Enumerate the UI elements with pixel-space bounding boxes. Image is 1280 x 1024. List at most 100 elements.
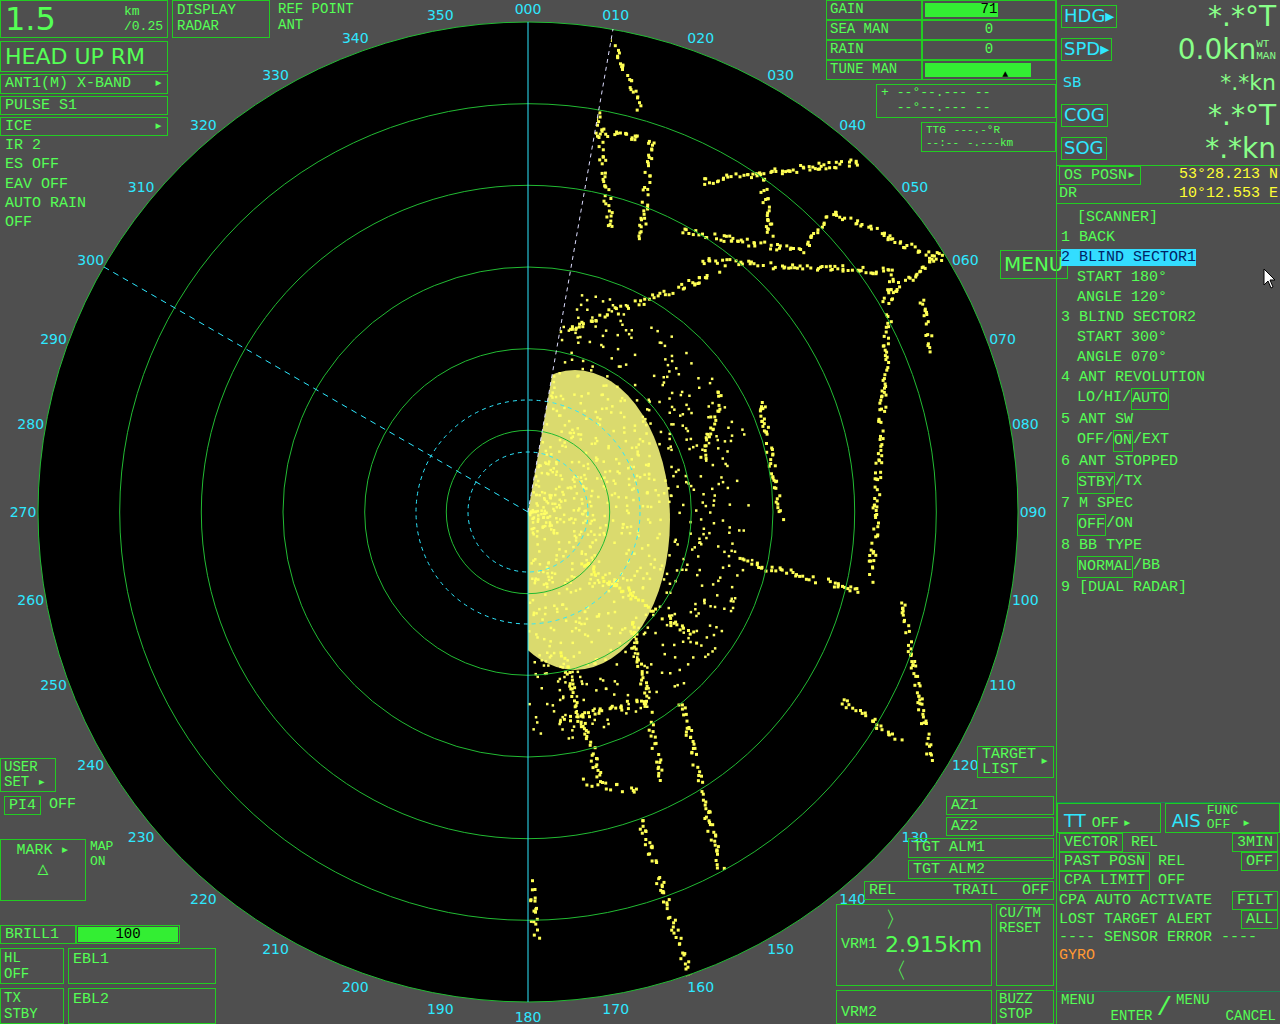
menu-option[interactable]: STBY (1077, 472, 1115, 494)
menu-item[interactable]: 7 M SPECOFF/ON (1061, 494, 1276, 536)
menu-item-row[interactable]: 6 ANT STOPPED (1061, 452, 1276, 472)
ebl-box[interactable]: EBL1 (68, 948, 216, 984)
setting-label[interactable]: VECTOR (1059, 833, 1123, 852)
display-box[interactable]: DISPLAY RADAR (172, 0, 270, 38)
vrm1-box[interactable]: VRM1 〉2.915km〈 (836, 904, 992, 986)
mark-button[interactable]: MARK▸ △ (0, 839, 86, 901)
menu-option[interactable]: OFF (1077, 430, 1104, 452)
menu-item-row[interactable]: 7 M SPEC (1061, 494, 1276, 514)
menu-option[interactable]: TX (1124, 472, 1142, 494)
menu-item-label[interactable]: 8 BB TYPE (1061, 537, 1142, 554)
setting-extra[interactable]: ALL (1241, 910, 1278, 929)
nav-label[interactable]: COG (1061, 104, 1108, 127)
setting-item[interactable]: ICE▸ (0, 117, 168, 136)
option-separator: / (1115, 472, 1124, 494)
setting-extra[interactable]: FILT (1232, 891, 1278, 910)
menu-item[interactable]: 8 BB TYPENORMAL/BB (1061, 536, 1276, 578)
menu-item[interactable]: 1 BACK (1061, 228, 1276, 248)
menu-option[interactable]: HI (1104, 388, 1122, 410)
menu-item-row[interactable]: 9 [DUAL RADAR] (1061, 578, 1276, 598)
control-row[interactable]: SEA MAN0 (826, 20, 1056, 40)
menu-enter-key[interactable]: MENU ENTER (1061, 992, 1153, 1024)
setting-item[interactable]: PULSE S1 (0, 96, 168, 115)
control-row[interactable]: GAIN71 (826, 0, 1056, 20)
cu-tm-reset-button[interactable]: CU/TM RESET (996, 904, 1054, 986)
target-setting-row[interactable]: CPA LIMITOFF (1057, 871, 1280, 890)
menu-item-label[interactable]: 4 ANT REVOLUTION (1061, 369, 1205, 386)
menu-item-label[interactable]: 3 BLIND SECTOR2 (1061, 309, 1196, 326)
control-row[interactable]: TUNE MAN▲ (826, 60, 1056, 80)
nav-label[interactable]: SPD▸ (1061, 38, 1112, 61)
control-track[interactable]: 0 (922, 40, 1056, 60)
menu-item-row[interactable]: 5 ANT SW (1061, 410, 1276, 430)
menu-item-label[interactable]: 2 BLIND SECTOR1 (1061, 249, 1196, 266)
control-row[interactable]: RAIN0 (826, 40, 1056, 60)
alarm-button[interactable]: AZ1 (946, 796, 1054, 815)
nav-label-text: COG (1064, 104, 1105, 125)
setting-extra[interactable]: 3MIN (1232, 833, 1278, 852)
tx-button[interactable]: TX STBY (0, 988, 64, 1024)
target-setting-row[interactable]: PAST POSNRELOFF (1057, 852, 1280, 871)
menu-item-label[interactable]: 9 [DUAL RADAR] (1061, 579, 1187, 596)
target-setting-row[interactable]: VECTORREL3MIN (1057, 833, 1280, 852)
target-setting-row[interactable]: LOST TARGET ALERTALL (1057, 910, 1280, 929)
hl-button[interactable]: HL OFF (0, 948, 64, 984)
nav-label[interactable]: HDG▸ (1061, 5, 1117, 28)
control-track[interactable]: 0 (922, 20, 1056, 40)
tt-button[interactable]: TT OFF ▸ (1057, 803, 1161, 833)
menu-button[interactable]: MENU (1000, 250, 1068, 279)
vrm-label: VRM2 (841, 1004, 877, 1021)
setting-extra[interactable]: OFF (1241, 852, 1278, 871)
vrm2-box[interactable]: VRM2 (836, 990, 992, 1024)
menu-item[interactable]: 6 ANT STOPPED STBY/TX (1061, 452, 1276, 494)
menu-item-label[interactable]: 5 ANT SW (1061, 411, 1133, 428)
os-posn-button[interactable]: OS POSN▸ (1059, 166, 1141, 185)
trail-button[interactable]: REL TRAIL OFF (864, 881, 1054, 900)
pi-setting[interactable]: PI4 OFF (0, 796, 216, 815)
mode-button[interactable]: HEAD UP RM (0, 41, 168, 72)
menu-item-row[interactable]: 2 BLIND SECTOR1 (1061, 248, 1276, 268)
alarm-button[interactable]: TGT ALM2 (908, 860, 1054, 879)
brilliance-control[interactable]: BRILL1 100 (0, 925, 216, 944)
user-set-button[interactable]: USERSET ▸ (0, 758, 56, 792)
menu-option[interactable]: OFF (1077, 514, 1106, 536)
brill-track[interactable]: 100 (76, 925, 180, 944)
menu-item-row[interactable]: 4 ANT REVOLUTION (1061, 368, 1276, 388)
menu-option[interactable]: AUTO (1131, 388, 1169, 410)
menu-item[interactable]: 2 BLIND SECTOR1START 180°ANGLE 120° (1061, 248, 1276, 308)
menu-item-label[interactable]: 1 BACK (1061, 229, 1115, 246)
radar-display[interactable] (0, 0, 1057, 1024)
menu-item-row[interactable]: 3 BLIND SECTOR2 (1061, 308, 1276, 328)
alarm-button[interactable]: TGT ALM1 (908, 838, 1054, 857)
menu-item[interactable]: 9 [DUAL RADAR] (1061, 578, 1276, 598)
mark-label: MARK (16, 842, 52, 859)
menu-item-row[interactable]: 8 BB TYPE (1061, 536, 1276, 556)
menu-item[interactable]: 4 ANT REVOLUTIONLO/HI/AUTO (1061, 368, 1276, 410)
target-setting-row[interactable]: CPA AUTO ACTIVATEFILT (1057, 891, 1280, 910)
menu-item[interactable]: 3 BLIND SECTOR2START 300°ANGLE 070° (1061, 308, 1276, 368)
menu-item-row[interactable]: 1 BACK (1061, 228, 1276, 248)
menu-option[interactable]: ON (1115, 514, 1133, 536)
menu-option[interactable]: ON (1113, 430, 1133, 452)
menu-option[interactable]: BB (1142, 556, 1160, 578)
alarm-button[interactable]: AZ2 (946, 817, 1054, 836)
menu-option[interactable]: EXT (1142, 430, 1169, 452)
ebl-box[interactable]: EBL2 (68, 988, 216, 1024)
menu-sub-value: ANGLE 120° (1061, 288, 1276, 308)
setting-item[interactable]: ANT1(M) X-BAND▸ (0, 74, 168, 93)
setting-label[interactable]: CPA LIMIT (1059, 871, 1150, 890)
range-box[interactable]: 1.5 km /0.25 (0, 0, 168, 38)
control-track[interactable]: 71 (922, 0, 1056, 20)
menu-option[interactable]: NORMAL (1077, 556, 1133, 578)
target-list-button[interactable]: TARGETLIST ▸ (977, 746, 1054, 778)
menu-option[interactable]: LO (1077, 388, 1095, 410)
menu-item[interactable]: 5 ANT SWOFF/ON/EXT (1061, 410, 1276, 452)
ais-button[interactable]: AIS FUNC OFF ▸ (1165, 803, 1280, 833)
nav-label[interactable]: SOG (1061, 137, 1107, 160)
menu-item-label[interactable]: 6 ANT STOPPED (1061, 453, 1178, 470)
control-track[interactable]: ▲ (922, 60, 1056, 80)
buzz-stop-button[interactable]: BUZZ STOP (996, 990, 1054, 1024)
setting-label[interactable]: PAST POSN (1059, 852, 1150, 871)
menu-cancel-key[interactable]: MENU CANCEL (1176, 992, 1276, 1024)
menu-item-label[interactable]: 7 M SPEC (1061, 495, 1133, 512)
